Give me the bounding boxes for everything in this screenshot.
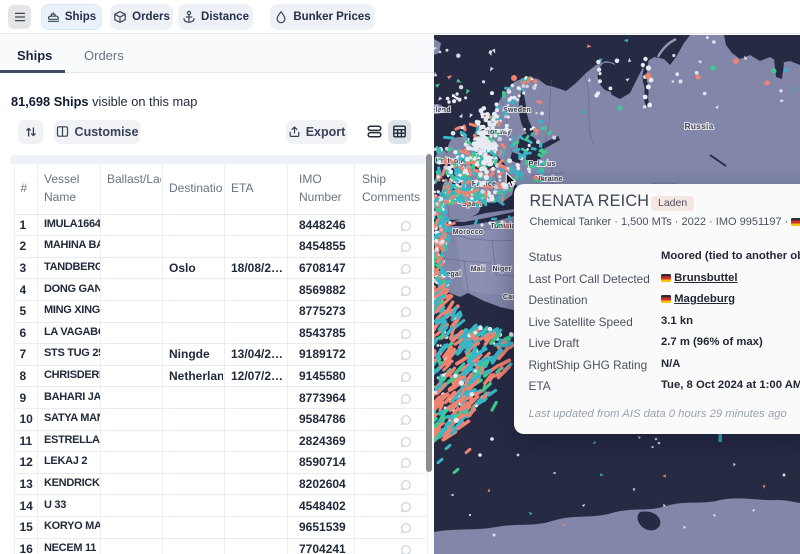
svg-text:Russia: Russia — [684, 121, 713, 131]
svg-text:Tunisia: Tunisia — [490, 223, 515, 230]
svg-text:Morocco: Morocco — [453, 229, 484, 236]
svg-text:Mali: Mali — [471, 266, 485, 273]
svg-text:Niger: Niger — [493, 266, 512, 273]
svg-text:Sweden: Sweden — [503, 107, 531, 114]
